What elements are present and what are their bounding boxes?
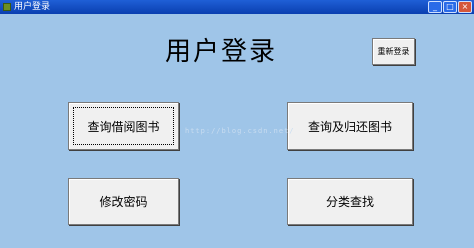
window-title: 用户登录 — [14, 2, 51, 12]
change-password-button[interactable]: 修改密码 — [68, 178, 179, 225]
window-controls: _ □ × — [428, 1, 472, 13]
app-icon — [3, 3, 11, 11]
category-search-button[interactable]: 分类查找 — [287, 178, 413, 225]
relogin-button[interactable]: 重新登录 — [372, 38, 415, 65]
minimize-button[interactable]: _ — [428, 1, 442, 13]
title-bar: 用户登录 _ □ × — [0, 0, 474, 14]
maximize-button[interactable]: □ — [443, 1, 457, 13]
page-title: 用户登录 — [165, 37, 278, 67]
query-return-books-button[interactable]: 查询及归还图书 — [287, 102, 413, 150]
close-button[interactable]: × — [458, 1, 472, 13]
watermark: http://blog.csdn.net/ — [185, 127, 295, 135]
query-borrowed-books-button[interactable]: 查询借阅图书 — [68, 102, 179, 150]
